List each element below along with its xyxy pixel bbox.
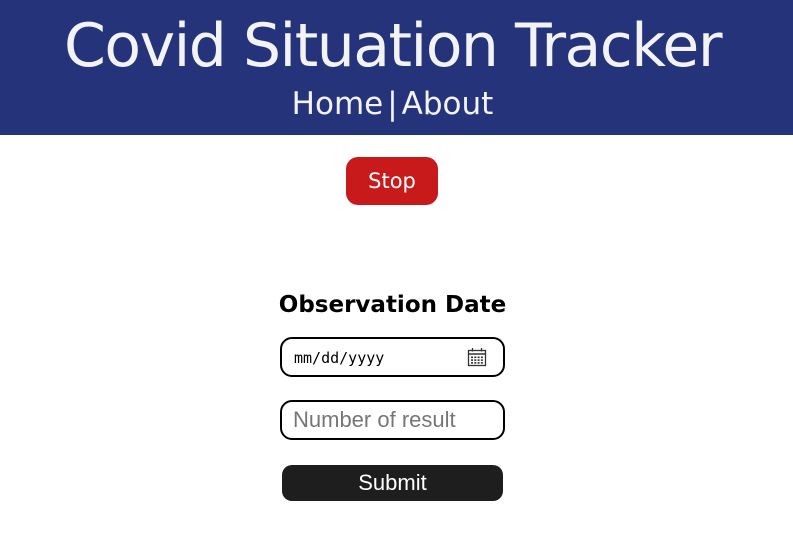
observation-date-input[interactable]: mm/dd/yyyy [280, 337, 505, 377]
observation-date-heading: Observation Date [278, 292, 507, 318]
app-title: Covid Situation Tracker [64, 11, 722, 81]
header-banner: Covid Situation Tracker Home | About [0, 0, 793, 135]
nav-separator: | [387, 86, 398, 122]
nav-about-link[interactable]: About [402, 86, 494, 122]
calendar-icon[interactable] [467, 347, 487, 367]
nav-home-link[interactable]: Home [292, 86, 384, 122]
submit-button[interactable]: Submit [282, 465, 503, 501]
nav-bar: Home | About [0, 84, 785, 124]
number-of-result-input[interactable] [280, 400, 505, 440]
stop-button[interactable]: Stop [346, 157, 438, 205]
date-placeholder: mm/dd/yyyy [294, 349, 385, 367]
